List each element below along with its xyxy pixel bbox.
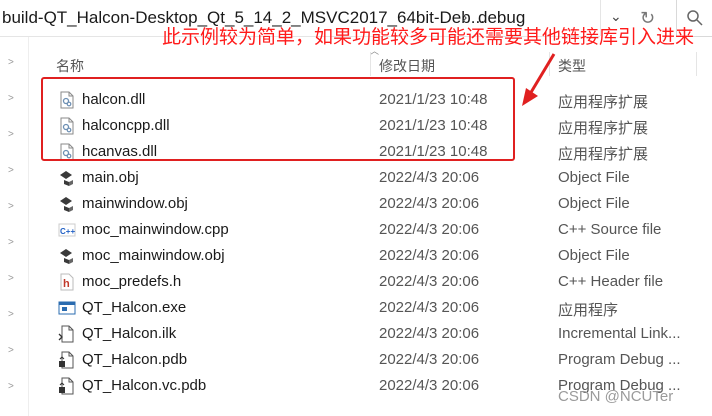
file-type: C++ Header file: [558, 273, 664, 290]
file-modified-date: 2022/4/3 20:06: [379, 221, 480, 238]
file-row[interactable]: moc_mainwindow.obj 2022/4/3 20:06 Object F…: [30, 243, 712, 269]
navigation-pane[interactable]: > > > > > > > > > >: [0, 37, 29, 416]
chevron-right-icon[interactable]: >: [8, 273, 14, 284]
vertical-scrollbar[interactable]: [700, 38, 712, 416]
chevron-right-icon[interactable]: >: [8, 201, 14, 212]
column-header-name[interactable]: 名称: [56, 56, 84, 76]
chevron-right-icon[interactable]: >: [8, 237, 14, 248]
file-modified-date: 2022/4/3 20:06: [379, 325, 480, 342]
header-file-icon: h: [58, 273, 76, 291]
file-name[interactable]: moc_mainwindow.cpp: [82, 221, 229, 238]
file-row[interactable]: main.obj 2022/4/3 20:06 Object File: [30, 165, 712, 191]
file-type: Incremental Link...: [558, 325, 681, 342]
file-name[interactable]: QT_Halcon.vc.pdb: [82, 377, 206, 394]
file-modified-date: 2022/4/3 20:06: [379, 195, 480, 212]
svg-text:h: h: [63, 278, 70, 290]
file-name[interactable]: main.obj: [82, 169, 139, 186]
obj-file-icon: [58, 169, 76, 187]
column-header-type[interactable]: 类型: [558, 56, 586, 76]
file-row[interactable]: mainwindow.obj 2022/4/3 20:06 Object File: [30, 191, 712, 217]
file-type: 应用程序: [558, 302, 619, 319]
watermark: CSDN @NCUTer: [558, 388, 674, 405]
annotation-arrow-icon: [522, 53, 556, 106]
chevron-right-icon[interactable]: >: [8, 57, 14, 68]
chevron-right-icon[interactable]: >: [8, 129, 14, 140]
column-header-date[interactable]: 修改日期: [379, 56, 435, 76]
file-row[interactable]: h moc_predefs.h 2022/4/3 20:06 C++ Header f…: [30, 269, 712, 295]
obj-file-icon: [58, 195, 76, 213]
svg-text:C++: C++: [60, 227, 75, 236]
chevron-right-icon[interactable]: >: [8, 165, 14, 176]
pdb-file-icon: [58, 351, 76, 369]
file-modified-date: 2022/4/3 20:06: [379, 169, 480, 186]
annotation-text: 此示例较为简单，如果功能较多可能还需要其他链接库引入进来: [162, 27, 695, 48]
file-modified-date: 2022/4/3 20:06: [379, 247, 480, 264]
ilk-file-icon: [58, 325, 76, 343]
column-divider[interactable]: [370, 52, 371, 76]
file-modified-date: 2022/4/3 20:06: [379, 351, 480, 368]
file-modified-date: 2022/4/3 20:06: [379, 273, 480, 290]
file-name[interactable]: moc_mainwindow.obj: [82, 247, 225, 264]
file-row[interactable]: QT_Halcon.ilk 2022/4/3 20:06 Incremental L…: [30, 321, 712, 347]
file-type: 应用程序扩展: [558, 94, 649, 111]
file-name[interactable]: QT_Halcon.exe: [82, 299, 186, 316]
file-modified-date: 2022/4/3 20:06: [379, 377, 480, 394]
chevron-right-icon[interactable]: >: [8, 93, 14, 104]
file-row[interactable]: QT_Halcon.pdb 2022/4/3 20:06 Program Debug…: [30, 347, 712, 373]
obj-file-icon: [58, 247, 76, 265]
file-row[interactable]: QT_Halcon.exe 2022/4/3 20:06 应用程序: [30, 295, 712, 321]
file-name[interactable]: moc_predefs.h: [82, 273, 181, 290]
file-type: Program Debug ...: [558, 351, 681, 368]
chevron-right-icon[interactable]: >: [8, 309, 14, 320]
pdb-file-icon: [58, 377, 76, 395]
cpp-file-icon: C++: [58, 221, 76, 239]
file-type: Object File: [558, 169, 630, 186]
annotation-highlight-box: [41, 77, 515, 161]
file-name[interactable]: QT_Halcon.ilk: [82, 325, 176, 342]
chevron-right-icon[interactable]: >: [8, 345, 14, 356]
chevron-down-icon: ⌄: [610, 8, 622, 24]
file-type: 应用程序扩展: [558, 146, 649, 163]
file-type: Object File: [558, 195, 630, 212]
exe-file-icon: [58, 299, 76, 317]
file-type: C++ Source file: [558, 221, 662, 238]
file-name[interactable]: QT_Halcon.pdb: [82, 351, 187, 368]
file-modified-date: 2022/4/3 20:06: [379, 299, 480, 316]
file-row[interactable]: C++ moc_mainwindow.cpp 2022/4/3 20:06 C++ S…: [30, 217, 712, 243]
file-type: 应用程序扩展: [558, 120, 649, 137]
file-name[interactable]: mainwindow.obj: [82, 195, 188, 212]
file-type: Object File: [558, 247, 630, 264]
chevron-right-icon[interactable]: >: [8, 381, 14, 392]
column-divider[interactable]: [696, 52, 697, 76]
